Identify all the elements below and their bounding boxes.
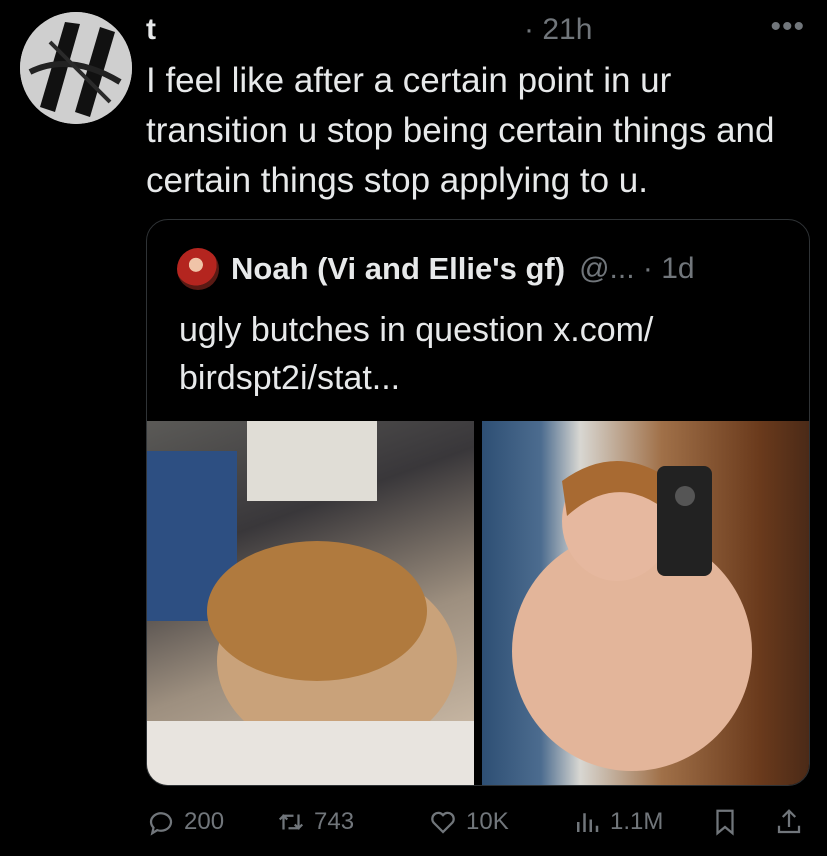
repost-count: 743 — [314, 808, 355, 835]
share-icon — [777, 809, 801, 834]
repost-button[interactable]: 743 — [276, 807, 354, 837]
reply-button[interactable]: 200 — [146, 807, 224, 837]
reply-icon — [149, 812, 173, 836]
media-photo-1[interactable] — [147, 421, 474, 785]
like-count: 10K — [466, 808, 509, 835]
like-button[interactable]: 10K — [428, 807, 509, 837]
views-icon — [577, 813, 599, 832]
quoted-header: Noah (Vi and Ellie's gf) @... · 1d — [177, 248, 797, 290]
quoted-avatar[interactable] — [177, 248, 219, 290]
share-button[interactable] — [774, 807, 812, 837]
tweet-time[interactable]: · 21h — [524, 13, 592, 47]
heart-icon — [431, 811, 455, 834]
quoted-author-name: Noah (Vi and Ellie's gf) — [231, 251, 566, 286]
reply-count: 200 — [184, 808, 225, 835]
photo-2-image — [512, 461, 752, 771]
media-photo-2[interactable] — [482, 421, 809, 785]
view-count: 1.1M — [610, 808, 664, 835]
views-button[interactable]: 1.1M — [572, 807, 663, 837]
bookmark-button[interactable] — [710, 807, 748, 837]
bookmark-icon — [716, 809, 734, 836]
author-name[interactable]: t — [146, 13, 156, 47]
avatar[interactable] — [20, 12, 132, 124]
quoted-tweet[interactable]: Noah (Vi and Ellie's gf) @... · 1d ugly … — [146, 219, 810, 786]
photo-1-image — [147, 421, 474, 785]
media-grid — [147, 421, 809, 785]
quoted-handle-time: @... · 1d — [579, 252, 695, 285]
tweet-text: I feel like after a certain point in ur … — [146, 61, 775, 200]
tweet-header: t · 21h — [146, 8, 746, 52]
repost-icon — [278, 814, 304, 830]
action-bar: 200 743 10K 1.1M — [146, 800, 806, 844]
quoted-text: ugly butches in question x.com/ birdspt2… — [179, 311, 654, 397]
more-icon[interactable]: ••• — [770, 12, 805, 42]
avatar-image — [20, 12, 132, 124]
